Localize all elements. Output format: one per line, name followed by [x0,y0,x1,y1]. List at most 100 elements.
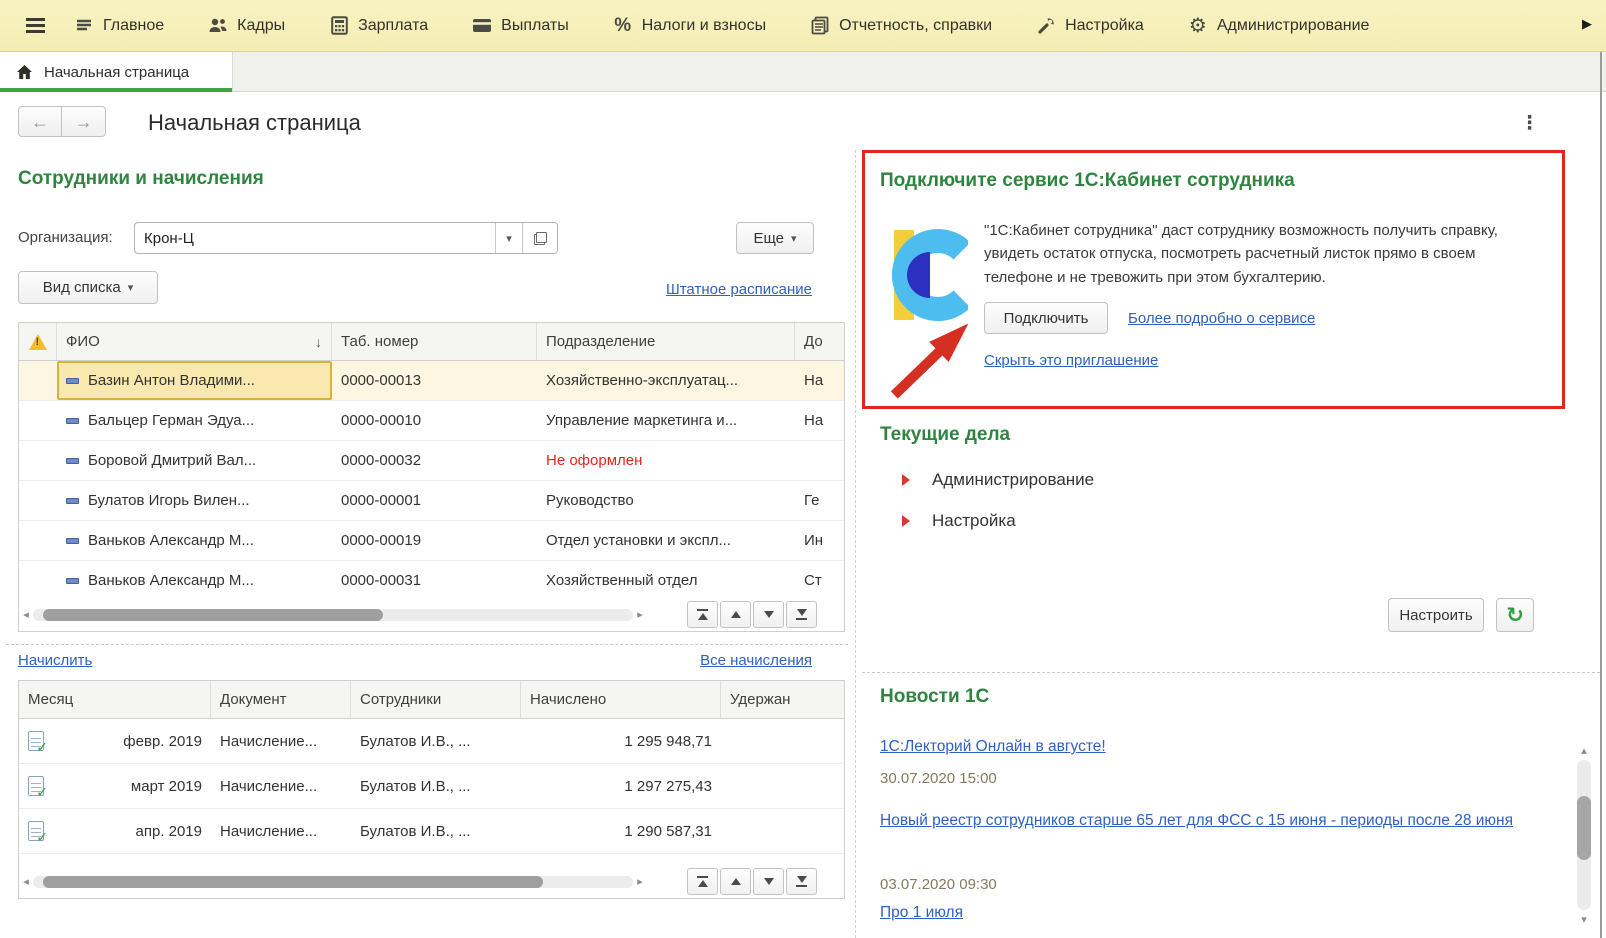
all-accruals-link[interactable]: Все начисления [640,652,812,669]
up-icon [730,611,741,618]
last-row-button[interactable] [786,868,817,895]
column-header-month[interactable]: Месяц [19,681,211,718]
table-row[interactable]: Ваньков Александр М... 0000-00031 Хозяйс… [19,561,844,601]
list-view-button[interactable]: Вид списка [18,271,158,304]
configure-button[interactable]: Настроить [1388,598,1484,632]
wrench-icon [1036,16,1056,36]
people-icon [208,16,228,36]
news-link[interactable]: 1С:Лекторий Онлайн в августе! [880,738,1520,756]
accrue-link[interactable]: Начислить [18,652,92,669]
service-details-link[interactable]: Более подробно о сервисе [1128,310,1315,327]
column-header-document[interactable]: Документ [211,681,351,718]
news-link[interactable]: Про 1 июля [880,904,1520,922]
news-item: Про 1 июля [880,904,1520,922]
last-row-button[interactable] [786,601,817,628]
main-menu-button[interactable] [26,18,56,33]
todo-heading: Текущие дела [880,424,1011,445]
organization-input[interactable]: Крон-Ц [135,223,495,253]
menu-item-glavnoe[interactable]: Главное [74,16,164,36]
next-row-button[interactable] [753,868,784,895]
column-header-position[interactable]: До [795,323,844,360]
column-header-fio[interactable]: ФИО [57,323,332,360]
column-header-dept[interactable]: Подразделение [537,323,795,360]
column-header-withheld[interactable]: Удержан [721,681,844,718]
menu-item-kadry[interactable]: Кадры [208,16,285,36]
scroll-down-icon[interactable]: ▾ [1576,913,1592,926]
table-row[interactable]: апр. 2019 Начисление... Булатов И.В., ..… [19,809,844,854]
window-right-edge [1600,52,1602,938]
table-row[interactable]: Ваньков Александр М... 0000-00019 Отдел … [19,521,844,561]
staffing-schedule-link[interactable]: Штатное расписание [640,281,812,298]
prev-row-button[interactable] [720,868,751,895]
scroll-right-icon[interactable]: ▸ [633,608,647,621]
menu-item-administrirovanie[interactable]: Администрирование [1188,16,1370,36]
warning-column-header[interactable] [19,323,57,360]
more-button[interactable]: Еще [736,222,814,254]
posted-document-icon [28,776,48,801]
prev-row-button[interactable] [720,601,751,628]
scroll-left-icon[interactable]: ◂ [19,875,33,888]
table-row[interactable]: Боровой Дмитрий Вал... 0000-00032 Не офо… [19,441,844,481]
vscroll-thumb[interactable] [1577,796,1591,860]
first-row-button[interactable] [687,601,718,628]
organization-dropdown-button[interactable] [495,223,522,253]
to-bottom-icon [796,876,807,883]
next-row-button[interactable] [753,601,784,628]
top-menu-bar: Главное Кадры Зарплата Выплаты Налоги и … [0,0,1606,52]
employee-dash-icon [66,577,79,584]
refresh-button[interactable] [1496,598,1534,632]
section-separator [6,644,848,645]
todo-item-administrirovanie[interactable]: Администрирование [902,470,1094,490]
scroll-right-icon[interactable]: ▸ [633,875,647,888]
column-header-accrued[interactable]: Начислено [521,681,721,718]
kebab-menu-icon[interactable] [1520,112,1539,135]
menu-item-zarplata[interactable]: Зарплата [329,16,428,36]
not-registered-status: Не оформлен [546,452,643,469]
back-button[interactable]: ← [18,106,62,137]
employees-hscrollbar[interactable] [33,608,633,621]
first-row-button[interactable] [687,868,718,895]
column-header-employees[interactable]: Сотрудники [351,681,521,718]
todo-item-nastroika[interactable]: Настройка [902,511,1016,531]
organization-open-button[interactable] [522,223,557,253]
down-icon [763,878,774,885]
tab-home-page[interactable]: Начальная страница [0,52,233,92]
to-top-icon [697,880,708,887]
menu-overflow-arrow-icon[interactable] [1582,16,1592,32]
tab-bar: Начальная страница [0,52,1606,92]
menu-item-nalogi[interactable]: Налоги и взносы [613,16,766,36]
vscroll-track[interactable] [1577,760,1591,910]
employees-table: ФИО Таб. номер Подразделение До Базин Ан… [18,322,845,632]
table-row[interactable]: Базин Антон Владими... 0000-00013 Хозяйс… [19,361,844,401]
posted-document-icon [28,821,48,846]
accruals-hscrollbar[interactable] [33,875,633,888]
forward-arrow-icon: → [74,111,93,132]
application-window: Главное Кадры Зарплата Выплаты Налоги и … [0,0,1606,938]
red-triangle-bullet-icon [902,474,910,486]
forward-button[interactable]: → [62,106,106,137]
table-row[interactable]: Булатов Игорь Вилен... 0000-00001 Руково… [19,481,844,521]
scroll-up-icon[interactable]: ▴ [1576,744,1592,757]
section-separator [862,672,1600,673]
table-row[interactable]: февр. 2019 Начисление... Булатов И.В., .… [19,719,844,764]
news-item: 1С:Лекторий Онлайн в августе! [880,738,1520,756]
accruals-table: Месяц Документ Сотрудники Начислено Удер… [18,680,845,899]
connect-button[interactable]: Подключить [984,302,1108,334]
hscroll-thumb[interactable] [43,608,383,621]
menu-item-otchetnost[interactable]: Отчетность, справки [810,16,992,36]
news-link[interactable]: Новый реестр сотрудников старше 65 лет д… [880,810,1528,832]
hscroll-thumb[interactable] [43,875,543,888]
table-row[interactable]: март 2019 Начисление... Булатов И.В., ..… [19,764,844,809]
employee-dash-icon [66,377,79,384]
refresh-icon [1506,603,1524,628]
hide-invitation-link[interactable]: Скрыть это приглашение [984,352,1158,369]
employee-dash-icon [66,417,79,424]
scroll-left-icon[interactable]: ◂ [19,608,33,621]
news-date: 03.07.2020 09:30 [880,876,997,893]
organization-label: Организация: [18,229,113,246]
report-icon [810,16,830,36]
table-row[interactable]: Бальцер Герман Эдуа... 0000-00010 Управл… [19,401,844,441]
column-header-tab-num[interactable]: Таб. номер [332,323,537,360]
menu-item-nastroika[interactable]: Настройка [1036,16,1144,36]
menu-item-vyplaty[interactable]: Выплаты [472,16,569,36]
